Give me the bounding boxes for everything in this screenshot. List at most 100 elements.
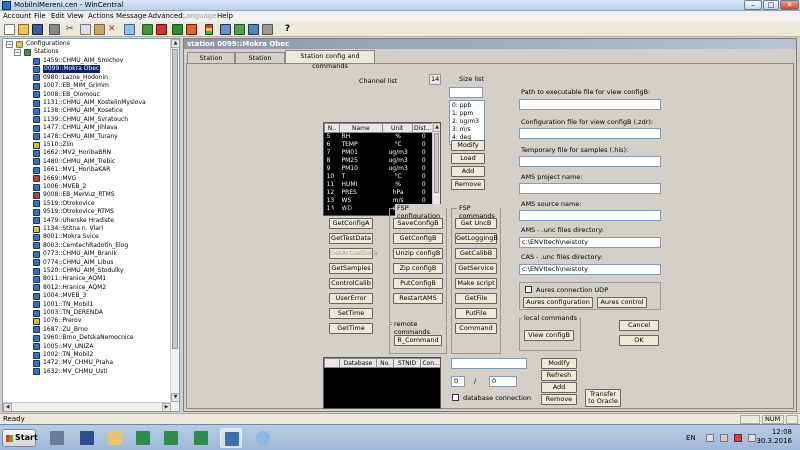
station-tree-item[interactable]: 1007::EB_MIM_Grimm: [43, 82, 109, 90]
ams-source-input[interactable]: [519, 210, 661, 221]
size-input[interactable]: [449, 87, 483, 98]
cut-icon[interactable]: ✂: [66, 24, 77, 35]
wrench-icon[interactable]: [262, 24, 273, 35]
new-doc-icon[interactable]: [4, 24, 15, 35]
menu-language[interactable]: Language: [182, 12, 217, 20]
station-tree-item[interactable]: 1480::CHMU_AIM_Trebic: [43, 158, 115, 166]
grid-icon[interactable]: [234, 24, 245, 35]
monitor-icon[interactable]: [248, 24, 259, 35]
save-config-b-button[interactable]: SaveConfigB: [393, 218, 443, 229]
tray-icon[interactable]: [720, 434, 728, 442]
station-tree-item[interactable]: 0099::Mokra Obec: [43, 65, 101, 74]
paste-icon[interactable]: [94, 24, 105, 35]
station-tree-item[interactable]: 0773::CHMU_AIM_Branik: [43, 250, 117, 258]
station-tree-item[interactable]: 0774::CHMU_AIM_Libus: [43, 259, 113, 267]
station-tree-item[interactable]: 1139::CHMU_AIM_Svratouch: [43, 116, 128, 124]
tab-station-setting[interactable]: Station setting: [187, 52, 235, 72]
station-tree-item[interactable]: 1459::CHMU_AIM_Smichov: [43, 57, 123, 65]
set-time-button[interactable]: SetTime: [329, 308, 373, 319]
language-indicator[interactable]: EN: [686, 434, 696, 442]
aures-configuration-button[interactable]: Aures configuration: [523, 297, 593, 308]
station-tree-item[interactable]: 9008::EB_MerVuz_RTMS: [43, 191, 115, 199]
size-list-item[interactable]: 0: ppb: [452, 102, 471, 109]
channel-row[interactable]: 9 PM10 ug/m3 0: [325, 165, 434, 173]
tray-icon[interactable]: [706, 434, 714, 442]
db-add-button[interactable]: Add: [541, 382, 577, 393]
size-list-item[interactable]: 1: ppm: [452, 110, 473, 117]
powershell-icon[interactable]: [76, 428, 98, 448]
close-button[interactable]: ✕: [780, 0, 799, 10]
open-folder-icon[interactable]: [18, 24, 29, 35]
scroll-right-icon[interactable]: ▶: [162, 403, 171, 411]
save-icon[interactable]: [32, 24, 43, 35]
station-tree-item[interactable]: 8003::CemtechRadotin_Elog: [43, 242, 128, 250]
size-add-button[interactable]: Add: [451, 166, 485, 177]
wincentral-task-icon[interactable]: [220, 428, 242, 448]
print-icon[interactable]: [49, 24, 60, 35]
view-config-b-button[interactable]: View configB: [524, 330, 574, 341]
station-tree-item[interactable]: 8001::Mokra Svice: [43, 233, 99, 241]
app-icon[interactable]: [190, 428, 212, 448]
aures-control-button[interactable]: Aures control: [597, 297, 647, 308]
db-modify-button[interactable]: Modify: [541, 358, 577, 369]
station-tree-item[interactable]: 9519::Otrokovice_RTMS: [43, 208, 114, 216]
clock[interactable]: 12:08 30.3.2016: [756, 428, 792, 446]
station-tree-item[interactable]: 1138::CHMU_AIM_Kosetice: [43, 107, 123, 115]
station-tree-item[interactable]: 1076::Prerov: [43, 317, 81, 325]
col-name[interactable]: Name: [338, 123, 383, 133]
channel-row[interactable]: 12 PRES hPa 0: [325, 189, 434, 197]
channel-row[interactable]: 6 TEMP °C 0: [325, 141, 434, 149]
station-tree-item[interactable]: 1510::Zlin: [43, 141, 74, 149]
collapse-toggle-icon[interactable]: −: [14, 49, 21, 56]
size-modify-button[interactable]: Modify: [451, 140, 485, 151]
database-num2-input[interactable]: 0: [489, 376, 517, 387]
get-unc-b-button[interactable]: Get UncB: [455, 218, 497, 229]
channel-row[interactable]: 8 PM25 ug/m3 0: [325, 157, 434, 165]
db-refresh-button[interactable]: Refresh: [541, 370, 577, 381]
tray-icon[interactable]: [748, 434, 756, 442]
help-icon[interactable]: ?: [282, 24, 293, 35]
scroll-up-icon[interactable]: ▲: [171, 39, 179, 48]
get-time-button[interactable]: GetTime: [329, 323, 373, 334]
col-unit[interactable]: Unit: [381, 123, 413, 133]
size-load-button[interactable]: Load: [451, 153, 485, 164]
col-no[interactable]: No.: [376, 358, 394, 368]
connect-icon[interactable]: [142, 24, 153, 35]
scroll-thumb[interactable]: [172, 49, 178, 349]
unzip-config-b-button[interactable]: Unzip configB: [393, 248, 443, 259]
ams-project-input[interactable]: [519, 183, 661, 194]
tree-hscrollbar[interactable]: ◀ ▶: [3, 402, 171, 411]
size-list-item[interactable]: 3: m/s: [452, 126, 471, 133]
tab-station-config[interactable]: Station config and commands: [285, 50, 375, 70]
col-dist[interactable]: Dist...: [411, 123, 435, 133]
station-tree-item[interactable]: 1472::MV_CHMU_Praha: [43, 359, 113, 367]
station-tree-item[interactable]: 1005::MV_UNIZA: [43, 343, 93, 351]
cancel-button[interactable]: Cancel: [619, 320, 659, 331]
scroll-up-icon[interactable]: ▲: [433, 123, 440, 132]
station-tree-item[interactable]: 1003::TN_DERENDA: [43, 309, 103, 317]
make-script-button[interactable]: Make script: [455, 278, 497, 289]
station-tree-item[interactable]: 1008::EB_Olomouc: [43, 91, 100, 99]
tree-stations[interactable]: Stations: [34, 48, 58, 56]
channel-row[interactable]: 5 RH% 0: [325, 133, 434, 141]
get-calib-b-button[interactable]: GetCalibB: [455, 248, 497, 259]
station-tree-item[interactable]: 1006::MVEB_2: [43, 183, 86, 191]
get-service-button[interactable]: GetService: [455, 263, 497, 274]
db-remove-button[interactable]: Remove: [541, 394, 577, 405]
zip-config-b-button[interactable]: Zip configB: [393, 263, 443, 274]
menu-actions[interactable]: Actions: [88, 12, 114, 20]
ams-unc-dir-input[interactable]: c:\ENVItech\neistoty: [519, 237, 661, 248]
database-input[interactable]: [451, 358, 527, 369]
get-samples-button[interactable]: GetSamples: [329, 263, 373, 274]
size-remove-button[interactable]: Remove: [451, 179, 485, 190]
r-command-button[interactable]: R_Command: [394, 335, 442, 346]
explorer-folder-icon[interactable]: [104, 428, 126, 448]
scroll-down-icon[interactable]: ▼: [171, 393, 179, 402]
channel-row[interactable]: 11 HUMI% 0: [325, 181, 434, 189]
stop-icon[interactable]: [186, 24, 197, 35]
config-file-input[interactable]: [519, 128, 661, 139]
get-actual-data-button[interactable]: GetActualData: [329, 248, 377, 259]
copy-icon[interactable]: [80, 24, 91, 35]
restart-ams-button[interactable]: RestartAMS: [393, 293, 443, 304]
cas-unc-dir-input[interactable]: c:\ENVItech\neistoty: [519, 264, 661, 275]
